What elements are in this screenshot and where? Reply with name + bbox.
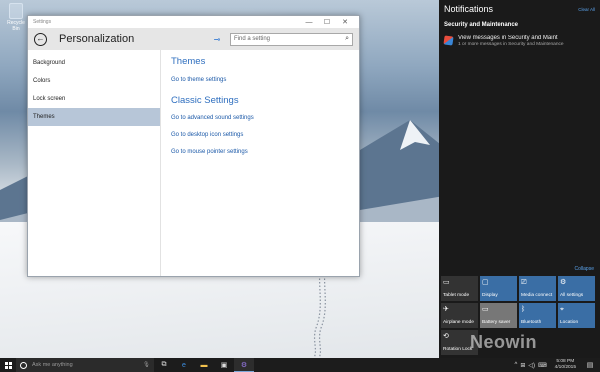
system-tray: ^ ⊞ ◁) ⌨ xyxy=(515,362,551,369)
microphone-icon[interactable]: 🎙 xyxy=(143,362,150,368)
store-icon[interactable]: ▣ xyxy=(214,358,234,372)
task-view-icon[interactable]: ⧉ xyxy=(154,358,174,372)
pin-icon: ⊸ xyxy=(213,34,221,44)
cortana-search-box[interactable]: Ask me anything 🎙 xyxy=(16,358,154,372)
airplane-icon: ✈ xyxy=(443,306,449,313)
start-button[interactable] xyxy=(0,361,16,369)
action-center-icon[interactable]: ▤ xyxy=(580,358,600,372)
nav-item-background[interactable]: Background xyxy=(28,54,160,72)
tablet-icon: ▭ xyxy=(443,279,450,286)
ski-tracks xyxy=(313,268,326,358)
notification-body: 1 or more messages in Security and Maint… xyxy=(458,42,564,47)
pin-to-start-button[interactable]: ⊸ xyxy=(210,35,224,44)
clear-all-button[interactable]: Clear All xyxy=(578,7,595,12)
gear-icon: ⚙ xyxy=(560,279,567,286)
nav-item-lock-screen[interactable]: Lock screen xyxy=(28,90,160,108)
cortana-icon xyxy=(20,361,27,369)
clock[interactable]: 5:08 PM 4/10/2015 xyxy=(551,359,580,371)
location-icon: ⌖ xyxy=(560,306,564,313)
cortana-placeholder: Ask me anything xyxy=(32,362,73,368)
search-placeholder: Find a setting xyxy=(234,36,271,42)
tile-label: Display xyxy=(482,293,498,298)
maximize-button[interactable]: ☐ xyxy=(318,18,336,26)
neowin-watermark: Neowin xyxy=(470,332,538,352)
themes-heading: Themes xyxy=(171,56,206,67)
show-hidden-icons-icon[interactable]: ^ xyxy=(515,362,518,368)
settings-app-icon[interactable]: ⚙ xyxy=(234,358,254,372)
desktop-icon-settings-link[interactable]: Go to desktop icon settings xyxy=(171,132,349,138)
tile-all-settings[interactable]: ⚙ All settings xyxy=(558,276,595,301)
page-title: Personalization xyxy=(59,33,135,45)
tile-label: Tablet mode xyxy=(443,293,470,298)
tile-battery-saver[interactable]: ▭ Battery saver xyxy=(480,303,517,328)
window-title: Settings xyxy=(33,19,52,25)
action-center: Notifications Clear All Security and Mai… xyxy=(439,0,600,358)
minimize-button[interactable]: — xyxy=(300,19,318,26)
tile-label: Media connect xyxy=(521,293,553,298)
settings-window: Settings — ☐ ✕ ← Personalization ⊸ Find … xyxy=(27,15,360,277)
tile-label: Location xyxy=(560,320,579,325)
taskbar: Ask me anything 🎙 ⧉ e ▬ ▣ ⚙ ^ ⊞ ◁) ⌨ 5:0… xyxy=(0,358,600,372)
tile-airplane-mode[interactable]: ✈ Airplane mode xyxy=(441,303,478,328)
settings-header: ← Personalization ⊸ Find a setting ⌕ xyxy=(28,28,359,50)
network-icon[interactable]: ⊞ xyxy=(520,362,525,369)
close-button[interactable]: ✕ xyxy=(336,18,354,26)
tile-label: Bluetooth xyxy=(521,320,542,325)
battery-icon: ▭ xyxy=(482,306,489,313)
notifications-title: Notifications xyxy=(444,4,494,14)
recycle-bin-icon xyxy=(9,3,23,19)
tile-label: Battery saver xyxy=(482,320,511,325)
tile-tablet-mode[interactable]: ▭ Tablet mode xyxy=(441,276,478,301)
media-connect-icon: ⎚ xyxy=(521,279,527,286)
notification-title: View messages in Security and Maint xyxy=(458,35,558,41)
search-input[interactable]: Find a setting ⌕ xyxy=(230,32,353,46)
theme-settings-link[interactable]: Go to theme settings xyxy=(171,77,349,83)
tile-label: All settings xyxy=(560,293,584,298)
clock-date: 4/10/2015 xyxy=(554,365,576,370)
keyboard-icon[interactable]: ⌨ xyxy=(538,362,547,369)
settings-content: Themes Go to theme settings Classic Sett… xyxy=(161,50,359,276)
collapse-button[interactable]: Collapse xyxy=(439,266,600,272)
tile-bluetooth[interactable]: ᛒ Bluetooth xyxy=(519,303,556,328)
recycle-bin-label: Recycle Bin xyxy=(7,20,25,32)
security-flag-icon xyxy=(443,35,454,46)
edge-browser-icon[interactable]: e xyxy=(174,358,194,372)
recycle-bin-desktop-icon[interactable]: Recycle Bin xyxy=(3,3,29,32)
advanced-sound-settings-link[interactable]: Go to advanced sound settings xyxy=(171,115,349,121)
settings-nav: Background Colors Lock screen Themes xyxy=(28,50,161,276)
nav-item-themes[interactable]: Themes xyxy=(28,108,160,126)
mouse-pointer-settings-link[interactable]: Go to mouse pointer settings xyxy=(171,149,349,155)
display-icon: ▢ xyxy=(482,279,489,286)
window-titlebar[interactable]: Settings — ☐ ✕ xyxy=(28,16,359,28)
bluetooth-icon: ᛒ xyxy=(521,306,526,313)
back-button[interactable]: ← xyxy=(34,32,47,46)
file-explorer-icon[interactable]: ▬ xyxy=(194,358,214,372)
action-center-header: Notifications Clear All xyxy=(439,0,600,18)
search-icon: ⌕ xyxy=(345,35,349,42)
classic-settings-heading: Classic Settings xyxy=(171,95,239,106)
tile-media-connect[interactable]: ⎚ Media connect xyxy=(519,276,556,301)
volume-icon[interactable]: ◁) xyxy=(528,362,535,369)
windows-logo-icon xyxy=(4,361,12,369)
arrow-left-icon: ← xyxy=(36,34,45,43)
tile-display[interactable]: ▢ Display xyxy=(480,276,517,301)
notification-item[interactable]: View messages in Security and Maint 1 or… xyxy=(439,30,600,52)
tile-label: Airplane mode xyxy=(443,320,474,325)
notification-group-title[interactable]: Security and Maintenance xyxy=(439,20,600,30)
nav-item-colors[interactable]: Colors xyxy=(28,72,160,90)
tile-location[interactable]: ⌖ Location xyxy=(558,303,595,328)
